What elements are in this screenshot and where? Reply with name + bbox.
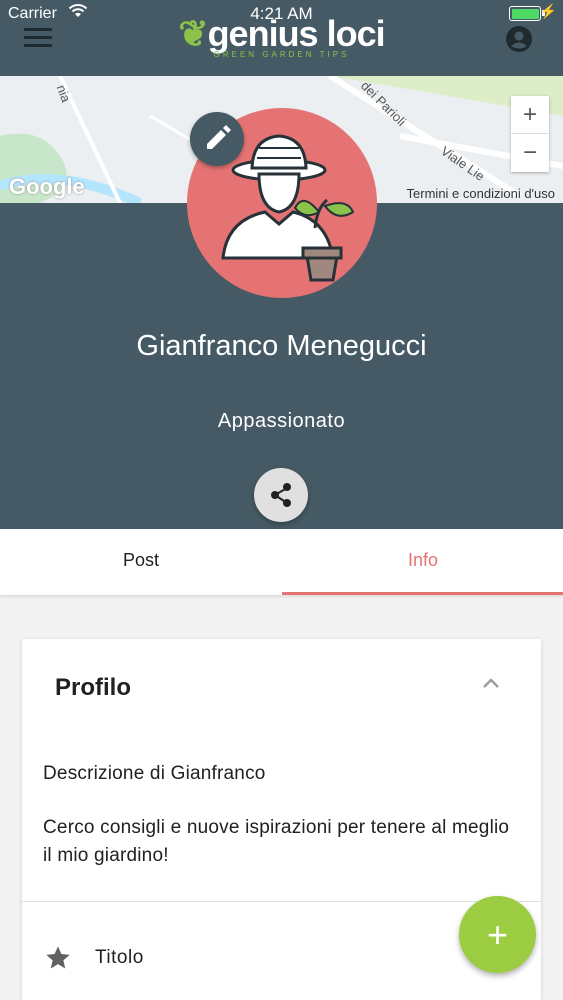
profile-name: Gianfranco Menegucci: [136, 330, 427, 362]
logo-title-prefix: genius: [207, 13, 319, 54]
logo-title-suffix: loci: [326, 13, 386, 54]
card-title: Profilo: [55, 674, 131, 701]
description-title: Descrizione di Gianfranco: [43, 763, 266, 784]
description-text: Cerco consigli e nuove ispirazioni per t…: [43, 817, 510, 866]
tab-bar: Post Info: [0, 529, 563, 595]
add-button[interactable]: +: [459, 896, 536, 973]
account-icon[interactable]: [505, 25, 533, 53]
edit-profile-button[interactable]: [190, 112, 244, 166]
app-logo: ❦genius loci GREEN GARDEN TIPS: [0, 13, 563, 60]
tab-info[interactable]: Info: [282, 529, 563, 595]
zoom-out-button[interactable]: −: [511, 134, 549, 172]
leaf-icon: ❦: [178, 13, 208, 54]
chevron-up-icon[interactable]: [479, 671, 503, 695]
zoom-in-button[interactable]: +: [511, 96, 549, 134]
tab-post[interactable]: Post: [0, 529, 282, 595]
pencil-icon: [207, 125, 231, 149]
map-terms-link[interactable]: Termini e condizioni d'uso: [407, 186, 555, 201]
zoom-controls: + −: [511, 96, 549, 172]
logo-subtitle: GREEN GARDEN TIPS: [213, 50, 350, 59]
titolo-label: Titolo: [95, 947, 144, 968]
profile-role: Appassionato: [217, 410, 346, 432]
app-header: Carrier 4:21 AM ⚡ ❦genius loci GREEN GAR…: [0, 0, 563, 76]
share-icon: [271, 483, 291, 507]
divider: [22, 901, 541, 902]
star-icon: [46, 946, 70, 969]
share-button[interactable]: [254, 468, 308, 522]
google-logo: Google: [9, 174, 85, 199]
